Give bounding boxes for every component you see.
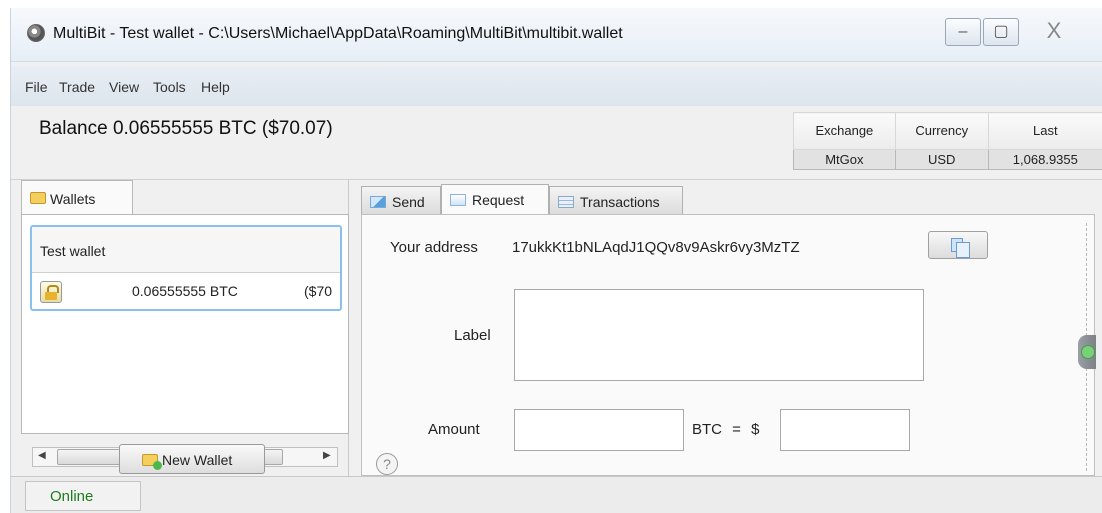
- copy-icon: [951, 238, 970, 258]
- label-textarea[interactable]: [514, 289, 924, 381]
- ticker-last-value: 1,068.9355: [987, 148, 1102, 171]
- ticker-currency-value: USD: [894, 148, 989, 171]
- close-button[interactable]: X: [1021, 18, 1087, 46]
- tab-send[interactable]: Send: [361, 186, 441, 214]
- amount-btc-input[interactable]: [514, 409, 684, 451]
- balance-text: Balance 0.06555555 BTC ($70.07): [39, 118, 333, 139]
- label-label: Label: [454, 327, 491, 344]
- status-bar: Online: [11, 476, 1102, 513]
- exchange-ticker: Exchange Currency Last MtGox USD 1,068.9…: [793, 112, 1102, 171]
- wallet-icon: [30, 192, 46, 204]
- send-icon: [370, 196, 386, 208]
- window-title: MultiBit - Test wallet - C:\Users\Michae…: [53, 25, 623, 42]
- online-status: Online: [25, 481, 141, 511]
- copy-address-button[interactable]: [928, 231, 988, 259]
- menu-help[interactable]: Help: [201, 79, 230, 95]
- wallets-panel: Wallets Test wallet 0.06555555 BTC ($70 …: [21, 180, 349, 476]
- ticker-header-exchange[interactable]: Exchange: [793, 112, 896, 150]
- address-label: Your address: [390, 239, 478, 256]
- help-icon[interactable]: ?: [376, 453, 398, 475]
- menu-view[interactable]: View: [109, 79, 139, 95]
- amount-fiat-input[interactable]: [780, 409, 910, 451]
- tab-request-label: Request: [472, 192, 525, 208]
- new-wallet-icon: [142, 454, 162, 470]
- request-form: Your address 17ukkKt1bNLAqdJ1QQv8v9Askr6…: [361, 214, 1096, 476]
- scroll-right-arrow-icon[interactable]: ▶: [323, 450, 331, 461]
- tab-transactions-label: Transactions: [580, 194, 660, 210]
- tab-request[interactable]: Request: [441, 184, 549, 214]
- transactions-icon: [558, 196, 574, 208]
- tab-wallets[interactable]: Wallets: [21, 180, 133, 214]
- minimize-button[interactable]: ‒: [945, 18, 981, 46]
- tab-wallets-label: Wallets: [50, 191, 96, 207]
- address-value[interactable]: 17ukkKt1bNLAqdJ1QQv8v9Askr6vy3MzTZ: [512, 239, 800, 256]
- request-icon: [450, 194, 466, 206]
- wallet-name-row: Test wallet: [32, 227, 340, 273]
- wallet-balance-fiat: ($70: [304, 283, 333, 299]
- lock-icon[interactable]: [40, 281, 62, 303]
- new-wallet-label: New Wallet: [162, 452, 233, 468]
- menu-bar: File Trade View Tools Help: [11, 66, 1102, 106]
- menu-file[interactable]: File: [25, 79, 48, 95]
- menu-tools[interactable]: Tools: [153, 79, 186, 95]
- tab-transactions[interactable]: Transactions: [549, 186, 683, 214]
- title-bar: MultiBit - Test wallet - C:\Users\Michae…: [11, 8, 1102, 62]
- new-wallet-button[interactable]: New Wallet: [119, 444, 265, 474]
- maximize-button[interactable]: ▢: [983, 18, 1019, 46]
- balance-header: Balance 0.06555555 BTC ($70.07) Exchange…: [11, 106, 1102, 180]
- multibit-logo-icon: [27, 24, 45, 42]
- scroll-left-arrow-icon[interactable]: ◀: [38, 450, 46, 461]
- wallet-list: Test wallet 0.06555555 BTC ($70 ◀ III ▶: [21, 214, 349, 467]
- ticker-header-last[interactable]: Last: [987, 112, 1102, 150]
- wallet-balance-btc: 0.06555555 BTC: [132, 283, 238, 299]
- menu-trade[interactable]: Trade: [59, 79, 95, 95]
- ticker-exchange-value: MtGox: [793, 148, 896, 171]
- side-panel-toggle-icon[interactable]: [1078, 335, 1096, 369]
- ticker-header-currency[interactable]: Currency: [894, 112, 989, 150]
- tab-send-label: Send: [392, 194, 425, 210]
- amount-label: Amount: [428, 421, 480, 438]
- main-panel: Send Request Transactions Your address 1…: [353, 180, 1102, 476]
- app-window: MultiBit - Test wallet - C:\Users\Michae…: [10, 8, 1102, 513]
- btc-equals-label: BTC = $: [692, 421, 760, 438]
- wallet-name[interactable]: Test wallet: [40, 243, 105, 259]
- wallet-item-test-wallet[interactable]: Test wallet 0.06555555 BTC ($70: [30, 225, 342, 311]
